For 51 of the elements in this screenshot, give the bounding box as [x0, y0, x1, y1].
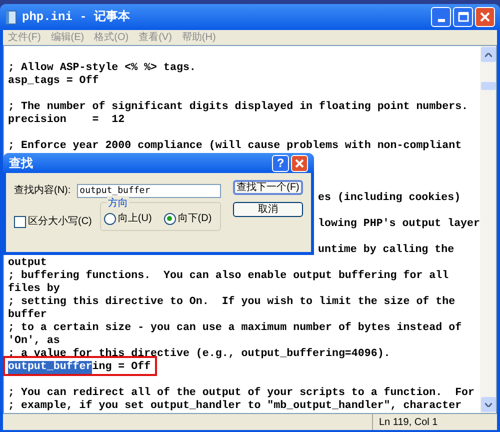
code-line: untime by calling the	[318, 244, 454, 257]
code-line: buffer	[8, 309, 47, 322]
selected-text: output_buffer	[8, 361, 92, 374]
find-input[interactable]: output_buffer	[76, 184, 221, 198]
code-line: ; The number of significant digits displayed in floating point numbers.	[8, 101, 468, 114]
close-button[interactable]	[475, 7, 495, 27]
window-title: php.ini - 记事本	[22, 8, 130, 26]
minimize-button[interactable]	[431, 7, 451, 27]
menu-item[interactable]: 查看(V)	[138, 30, 172, 44]
code-line: asp_tags = Off	[8, 75, 99, 88]
checkbox-label: 区分大小写(C)	[28, 214, 92, 229]
checkbox[interactable]	[14, 216, 26, 228]
menu-item[interactable]: 帮助(H)	[182, 30, 216, 44]
maximize-icon	[458, 12, 468, 22]
close-icon	[480, 12, 490, 22]
radio-label: 向下(D)	[178, 212, 212, 226]
close-icon	[295, 158, 304, 168]
code-line: ; Enforce year 2000 compliance (will cause problems with non-compliant	[8, 140, 462, 153]
scroll-up-button[interactable]	[480, 47, 496, 62]
scroll-thumb[interactable]	[480, 82, 496, 90]
code-line: es (including cookies)	[318, 192, 461, 205]
code-line: ; example, if you set output_handler to "mb_output_handler", character	[8, 400, 462, 413]
help-button[interactable]: ?	[272, 154, 289, 172]
find-label: 查找内容(N):	[14, 184, 71, 198]
menu-item[interactable]: 编辑(E)	[50, 30, 84, 44]
scrollbar[interactable]	[480, 46, 496, 413]
radio-button[interactable]	[104, 212, 116, 224]
minimize-icon	[438, 19, 444, 22]
code-line: ; You can redirect all of the output of your scripts to a function. For	[8, 387, 475, 400]
code-line: output	[8, 257, 47, 270]
radio-label: 向上(U)	[118, 212, 152, 226]
code-line: precision = 12	[8, 114, 125, 127]
menu-item[interactable]: 格式(O)	[94, 30, 129, 44]
code-line: ; to a certain size - you can use a maximum number of bytes instead of	[8, 322, 462, 335]
code-line: 'On', as	[8, 335, 60, 348]
code-line: files by	[8, 283, 60, 296]
cursor-position: Ln 119, Col 1	[379, 416, 438, 430]
code-line: ; setting this directive to On. If you wish to limit the size of the	[8, 296, 456, 309]
radio-button[interactable]	[164, 212, 176, 224]
close-button[interactable]	[291, 154, 308, 172]
code-line: ing = Off	[92, 361, 151, 374]
code-line: ; Allow ASP-style <% %> tags.	[8, 62, 196, 75]
code-line: lowing PHP's output layer	[318, 218, 480, 231]
dialog-button[interactable]: 取消	[233, 202, 303, 217]
notepad-icon	[5, 10, 17, 24]
scroll-down-button[interactable]	[480, 397, 496, 412]
code-line: ; buffering functions. You can also enable output buffering for all	[8, 270, 449, 283]
dialog-title: 查找	[9, 155, 33, 172]
menu-item[interactable]: 文件(F)	[8, 30, 41, 44]
maximize-button[interactable]	[453, 7, 473, 27]
dialog-button[interactable]: 查找下一个(F)	[233, 180, 303, 195]
